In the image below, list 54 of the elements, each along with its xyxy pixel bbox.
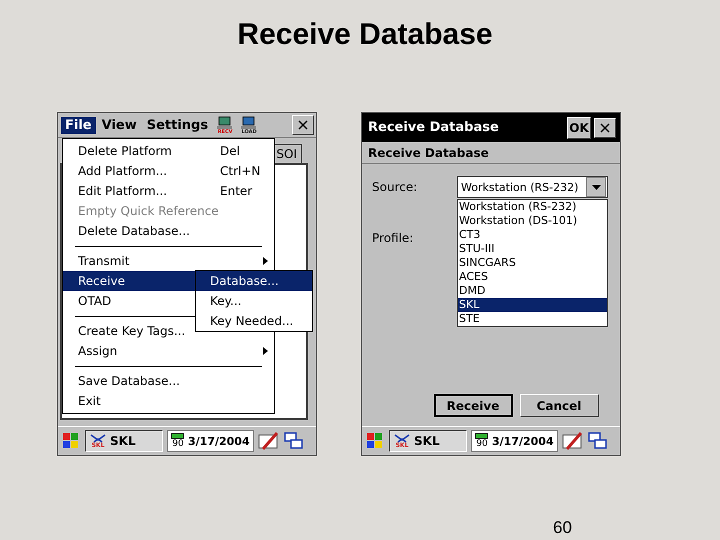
list-option[interactable]: DMD: [458, 284, 607, 298]
computer-icon: [241, 116, 258, 128]
battery-level: 90: [476, 439, 488, 449]
battery-level: 90: [172, 439, 184, 449]
menu-item[interactable]: Assign: [63, 341, 274, 361]
list-option[interactable]: ACES: [458, 270, 607, 284]
pen-input-icon[interactable]: [562, 431, 584, 451]
dialog-button[interactable]: Cancel: [520, 394, 598, 417]
field-label: Source:: [371, 180, 418, 194]
close-icon: [298, 120, 308, 130]
menu-item[interactable]: Delete Database...: [63, 221, 274, 241]
field-label: Profile:: [371, 231, 414, 245]
battery-icon: [475, 433, 489, 439]
dialog-heading: Receive Database: [362, 142, 620, 164]
menu-item[interactable]: Key Needed...: [196, 311, 312, 331]
start-flag-icon[interactable]: [61, 431, 81, 451]
menu-item[interactable]: Exit: [63, 391, 274, 411]
window-title: Receive Database: [368, 120, 499, 135]
menu-item[interactable]: Database...: [196, 271, 312, 291]
menu-item[interactable]: Edit Platform... Enter: [63, 181, 274, 201]
date: 3/17/2004: [188, 434, 250, 448]
battery-icon: [171, 433, 185, 439]
menu-item[interactable]: Save Database...: [63, 371, 274, 391]
close-button[interactable]: [594, 118, 616, 138]
menu-item[interactable]: Add Platform... Ctrl+N: [63, 161, 274, 181]
menu-item[interactable]: Key...: [196, 291, 312, 311]
close-button[interactable]: [292, 115, 314, 135]
list-option[interactable]: STU-III: [458, 242, 607, 256]
list-option[interactable]: SINCGARS: [458, 256, 607, 270]
menu-title[interactable]: File: [61, 116, 96, 134]
menu-title[interactable]: View: [98, 116, 141, 134]
pen-input-icon[interactable]: [258, 431, 280, 451]
dropdown-arrow-icon: [592, 184, 600, 190]
list-option[interactable]: CT3: [458, 228, 607, 242]
slide-title: Receive Database: [237, 18, 493, 52]
list-option[interactable]: Workstation (DS-101): [458, 214, 607, 228]
ok-button[interactable]: OK: [567, 116, 591, 138]
dialog-button[interactable]: Receive: [434, 394, 512, 417]
menu-item[interactable]: Delete Platform Del: [63, 141, 274, 161]
source-dropdown[interactable]: Workstation (RS-232): [457, 176, 608, 198]
list-option[interactable]: SKL: [458, 298, 607, 312]
page-number: 60: [553, 518, 572, 538]
windows-icon[interactable]: [284, 431, 304, 451]
figure-icon: [394, 434, 410, 442]
date: 3/17/2004: [492, 434, 554, 448]
start-flag-icon[interactable]: [365, 431, 385, 451]
list-option[interactable]: Workstation (RS-232): [458, 200, 607, 214]
menu-item[interactable]: Transmit: [63, 251, 274, 271]
close-icon: [600, 122, 610, 132]
computer-icon: [217, 116, 234, 128]
list-option[interactable]: STE: [458, 312, 607, 326]
menu-title[interactable]: Settings: [142, 116, 212, 134]
windows-icon[interactable]: [588, 431, 608, 451]
figure-icon: [90, 434, 106, 442]
